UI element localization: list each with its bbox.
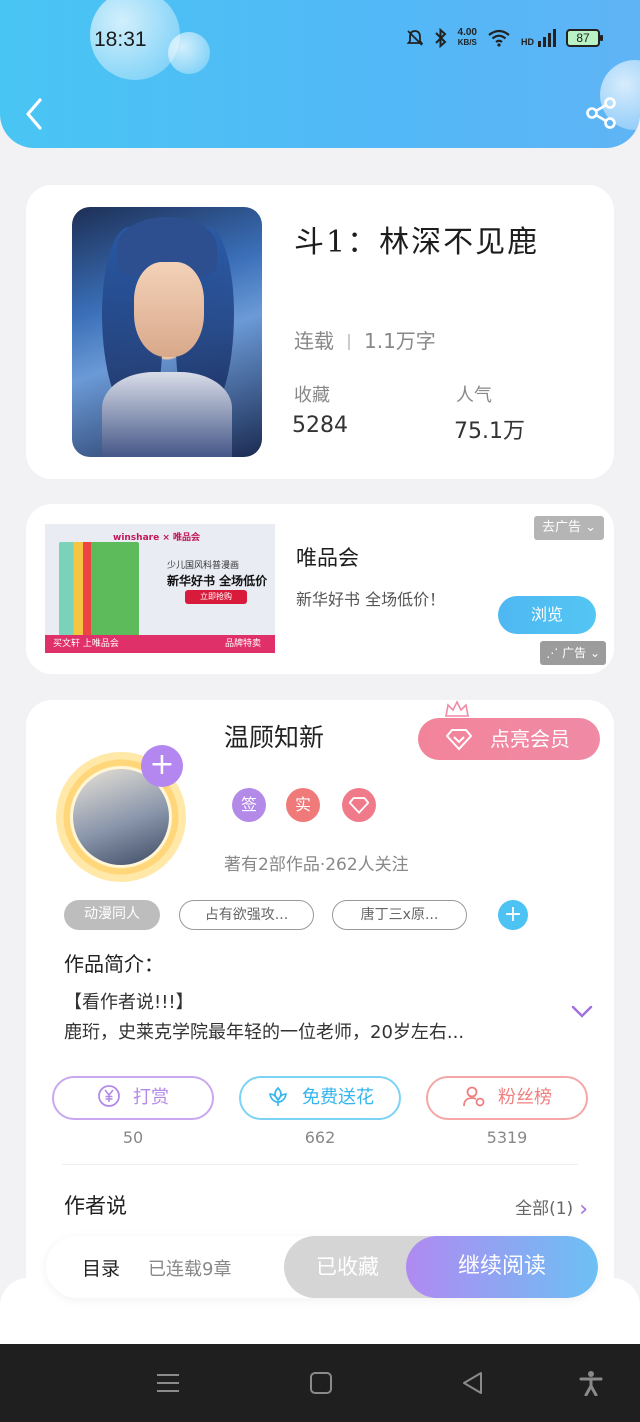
tip-label: 打赏: [133, 1087, 169, 1108]
system-navigation-bar: [0, 1344, 640, 1422]
popularity-label: 人气: [456, 385, 492, 406]
section-divider: [62, 1164, 578, 1165]
ad-logo-icon: ⋰: [546, 646, 563, 660]
collect-value: 5284: [292, 413, 348, 438]
user-ranking-icon: [463, 1086, 485, 1107]
send-flower-label: 免费送花: [302, 1087, 374, 1108]
chapter-count[interactable]: 已连载9章: [148, 1255, 231, 1281]
yen-coin-icon: [98, 1085, 120, 1107]
back-triangle-icon[interactable]: [460, 1370, 486, 1396]
ad-banner-footer-right: 品牌特卖: [224, 639, 261, 649]
send-flower-button[interactable]: 免费送花: [239, 1076, 401, 1120]
table-of-contents-button[interactable]: 目录: [82, 1254, 120, 1281]
book-info-card: 斗1：林深不见鹿 连载 1.1万字 收藏 5284 人气 75.1万: [26, 185, 614, 479]
continue-reading-button[interactable]: 继续阅读: [406, 1236, 598, 1298]
status-divider: [348, 334, 350, 350]
tip-count: 50: [122, 1128, 144, 1147]
popularity-value: 75.1万: [454, 419, 525, 444]
view-all-label: 全部(1): [515, 1199, 574, 1219]
fan-ranking-label: 粉丝榜: [498, 1087, 552, 1108]
verified-badge[interactable]: 实: [286, 788, 320, 822]
intro-label: 作品简介：: [64, 952, 164, 976]
ad-banner-cta: 立即抢购: [185, 590, 247, 604]
home-square-icon[interactable]: [308, 1370, 334, 1396]
remove-ad-label: 去广告: [541, 520, 581, 535]
battery-indicator: 87: [566, 29, 603, 47]
intro-line: 【看作者说!!!】: [64, 992, 194, 1013]
ad-banner-line2: 新华好书 全场低价: [167, 574, 268, 588]
tag-pairing[interactable]: 唐丁三x原...: [332, 900, 467, 930]
chevron-down-icon: ⌄: [589, 646, 600, 660]
chevron-down-icon: ⌄: [585, 520, 596, 535]
book-status: 连载: [294, 329, 334, 353]
author-says-title: 作者说: [64, 1194, 127, 1218]
accessibility-icon[interactable]: [578, 1370, 604, 1396]
network-speed-value: 4.00: [457, 27, 477, 38]
intro-text[interactable]: 【看作者说!!!】 鹿珩，史莱克学院最年轻的一位老师，20岁左右...: [64, 988, 564, 1048]
remove-ad-button[interactable]: 去广告 ⌄: [533, 516, 604, 540]
signal-label: HD: [521, 37, 534, 47]
top-header: 18:31 4.00 KB/S HD 87: [0, 0, 640, 148]
view-all-author-says[interactable]: 全部(1) ›: [515, 1194, 588, 1222]
tag-keyword[interactable]: 占有欲强攻...: [179, 900, 314, 930]
crown-icon: [445, 700, 469, 717]
signal-bars-icon: [538, 29, 556, 47]
signed-badge[interactable]: 签: [232, 788, 266, 822]
book-title: 斗1：林深不见鹿: [294, 225, 540, 260]
diamond-icon: [348, 797, 370, 815]
tip-button[interactable]: 打赏: [52, 1076, 214, 1120]
status-time: 18:31: [94, 28, 147, 51]
ad-banner-footer: 买文轩 上唯品会 品牌特卖: [45, 635, 275, 653]
fan-count: 5319: [486, 1128, 528, 1147]
ad-title: 唯品会: [296, 546, 359, 570]
back-button[interactable]: [20, 94, 50, 134]
ad-banner-image[interactable]: winshare × 唯品会 少儿国风科普漫画 新华好书 全场低价 立即抢购 买…: [45, 524, 275, 653]
chevron-right-icon: ›: [579, 1197, 588, 1222]
wifi-icon: [488, 29, 510, 47]
advertisement-card[interactable]: winshare × 唯品会 少儿国风科普漫画 新华好书 全场低价 立即抢购 买…: [26, 504, 614, 674]
decorative-bubble: [168, 32, 210, 74]
vip-label: 点亮会员: [490, 727, 570, 751]
ad-banner-line1: 少儿国风科普漫画: [167, 561, 240, 571]
chevron-down-icon[interactable]: [570, 1004, 594, 1020]
collect-label: 收藏: [294, 385, 330, 406]
intro-line: 鹿珩，史莱克学院最年轻的一位老师，20岁左右...: [64, 1022, 465, 1043]
ad-books-graphic: [59, 542, 139, 637]
follow-author-button[interactable]: +: [141, 745, 183, 787]
ad-banner-brand: winshare × 唯品会: [113, 533, 200, 543]
flower-count: 662: [304, 1128, 336, 1147]
network-speed: 4.00 KB/S: [458, 28, 477, 48]
bluetooth-icon: [434, 28, 446, 48]
author-name: 温顾知新: [224, 723, 325, 752]
ad-description: 新华好书 全场低价！: [296, 590, 446, 609]
share-button[interactable]: [584, 96, 618, 130]
vip-badge[interactable]: [342, 788, 376, 822]
ad-browse-button[interactable]: 浏览: [498, 596, 596, 634]
ad-banner-footer-left: 买文轩 上唯品会: [53, 639, 119, 649]
menu-icon[interactable]: [155, 1370, 181, 1396]
ad-tag-label: 广告: [562, 646, 587, 660]
book-status-line: 连载 1.1万字: [294, 325, 436, 354]
reader-action-bar: 目录 已连载9章 已收藏 继续阅读: [46, 1236, 598, 1298]
network-speed-unit: KB/S: [457, 38, 477, 47]
mute-bell-icon: [406, 30, 423, 46]
book-cover-image[interactable]: [72, 207, 262, 457]
add-tag-button[interactable]: +: [498, 900, 528, 930]
vip-membership-button[interactable]: 点亮会员: [418, 718, 600, 760]
status-icons: 4.00 KB/S HD 87: [406, 28, 603, 48]
tag-category[interactable]: 动漫同人: [64, 900, 160, 930]
flower-icon: [269, 1086, 287, 1106]
fan-ranking-button[interactable]: 粉丝榜: [426, 1076, 588, 1120]
signal-indicator: HD: [521, 29, 556, 47]
diamond-icon: [446, 729, 472, 751]
ad-tag-button[interactable]: ⋰ 广告 ⌄: [540, 641, 606, 665]
book-word-count: 1.1万字: [364, 329, 436, 353]
author-stats: 著有2部作品·262人关注: [224, 855, 409, 875]
